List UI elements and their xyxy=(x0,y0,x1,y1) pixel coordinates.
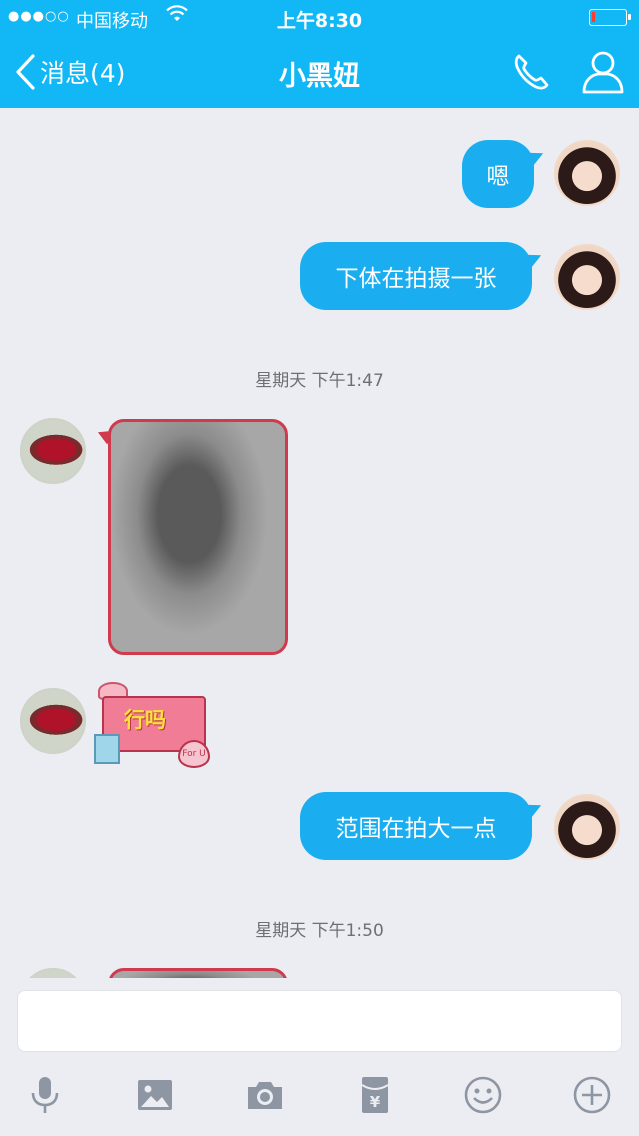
mic-icon xyxy=(31,1077,59,1113)
chat-area[interactable]: 嗯 下体在拍摄一张 星期天 下午1:47 行吗 For U 范围在拍大一点 星期… xyxy=(0,108,639,978)
emoji-button[interactable] xyxy=(458,1070,508,1120)
camera-button[interactable] xyxy=(240,1070,290,1120)
contact-avatar[interactable] xyxy=(20,418,86,484)
svg-text:¥: ¥ xyxy=(370,1093,381,1111)
top-bar: ●●●○○ 中国移动 上午8:30 消息(4) 小黑妞 xyxy=(0,0,639,108)
more-button[interactable] xyxy=(567,1070,617,1120)
chevron-left-icon xyxy=(16,54,35,90)
heart-graphic: For U xyxy=(178,740,210,768)
message-input[interactable] xyxy=(17,990,622,1052)
outgoing-message[interactable]: 嗯 xyxy=(462,140,534,208)
plus-icon xyxy=(573,1076,611,1114)
camera-icon xyxy=(248,1082,282,1109)
red-packet-icon: ¥ xyxy=(361,1077,389,1113)
back-button[interactable]: 消息(4) xyxy=(14,50,125,94)
status-bar: ●●●○○ 中国移动 上午8:30 xyxy=(0,0,639,36)
message-text: 下体在拍摄一张 xyxy=(335,266,497,292)
image-icon xyxy=(138,1080,172,1110)
call-button[interactable] xyxy=(510,50,554,94)
sticker-text: 行吗 xyxy=(124,708,166,732)
input-area: ¥ xyxy=(0,978,639,1136)
incoming-photo-message[interactable] xyxy=(108,419,288,655)
message-text: 嗯 xyxy=(486,164,510,190)
incoming-photo-message[interactable] xyxy=(108,968,288,978)
phone-icon xyxy=(514,54,549,90)
back-label: 消息(4) xyxy=(40,59,126,88)
battery-icon xyxy=(589,9,631,26)
person-icon xyxy=(582,51,624,94)
message-timestamp: 星期天 下午1:47 xyxy=(255,371,384,391)
outgoing-message[interactable]: 范围在拍大一点 xyxy=(300,792,532,860)
sticker-message[interactable]: 行吗 For U xyxy=(94,682,216,768)
red-packet-button[interactable]: ¥ xyxy=(350,1070,400,1120)
profile-button[interactable] xyxy=(578,46,628,96)
contact-avatar[interactable] xyxy=(20,968,86,978)
voice-button[interactable] xyxy=(20,1070,70,1120)
my-avatar[interactable] xyxy=(554,140,620,206)
emoji-icon xyxy=(464,1076,502,1114)
small-gift-graphic xyxy=(94,734,120,764)
message-text: 范围在拍大一点 xyxy=(335,816,497,842)
contact-avatar[interactable] xyxy=(20,688,86,754)
image-button[interactable] xyxy=(130,1070,180,1120)
status-time: 上午8:30 xyxy=(276,10,363,32)
my-avatar[interactable] xyxy=(554,794,620,860)
nav-bar: 消息(4) 小黑妞 xyxy=(0,36,639,108)
my-avatar[interactable] xyxy=(554,244,620,310)
outgoing-message[interactable]: 下体在拍摄一张 xyxy=(300,242,532,310)
message-timestamp: 星期天 下午1:50 xyxy=(255,921,384,941)
